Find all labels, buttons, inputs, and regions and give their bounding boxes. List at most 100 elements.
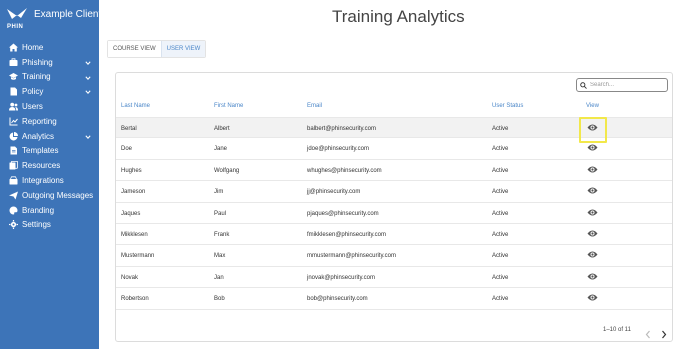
sidebar-item-label: Analytics — [22, 131, 55, 141]
cell-email: jdoe@phinsecurity.com — [307, 146, 370, 153]
column-header-last-name[interactable]: Last Name — [121, 103, 150, 109]
table-row: Doe Jane jdoe@phinsecurity.com Active — [116, 138, 672, 160]
sidebar-item-phishing[interactable]: Phishing — [0, 55, 99, 70]
cell-user-status: Active — [492, 210, 509, 217]
cell-user-status: Active — [492, 296, 509, 303]
policy-icon — [9, 87, 18, 96]
cell-email: whughes@phinsecurity.com — [307, 167, 382, 174]
cell-first-name: Bob — [214, 296, 225, 303]
eye-icon — [587, 209, 598, 216]
sidebar-item-label: Integrations — [22, 176, 64, 186]
view-button[interactable] — [587, 143, 598, 152]
table-row: Jameson Jim jj@phinsecurity.com Active — [116, 181, 672, 203]
sidebar-item-policy[interactable]: Policy — [0, 84, 99, 99]
sidebar-item-label: Outgoing Messages — [22, 190, 94, 200]
tab-course-view[interactable]: COURSE VIEW — [108, 41, 161, 57]
cell-email: pjaques@phinsecurity.com — [307, 210, 379, 217]
sidebar-item-integrations[interactable]: Integrations — [0, 173, 99, 188]
phin-logo: PHIN — [6, 6, 28, 32]
sidebar-item-resources[interactable]: Resources — [0, 158, 99, 173]
search-input[interactable] — [590, 82, 662, 88]
gear-icon — [9, 220, 18, 230]
pagination-text: 1–10 of 11 — [603, 327, 631, 333]
cell-email: balbert@phinsecurity.com — [307, 126, 377, 132]
send-icon — [9, 191, 18, 200]
sidebar-item-label: Phishing — [22, 57, 53, 67]
cell-last-name: Jameson — [121, 189, 146, 196]
cell-user-status: Active — [492, 189, 509, 196]
cell-email: fmikklesen@phinsecurity.com — [307, 231, 387, 238]
integrations-icon — [9, 176, 18, 185]
home-icon — [9, 43, 18, 52]
eye-icon — [587, 166, 598, 173]
cell-first-name: Jim — [214, 189, 224, 196]
view-button[interactable] — [587, 186, 598, 195]
cell-email: jnovak@phinsecurity.com — [307, 274, 376, 281]
chevron-down-icon — [85, 133, 91, 139]
column-header-user-status[interactable]: User Status — [492, 103, 523, 109]
view-button[interactable] — [587, 229, 598, 238]
view-button[interactable] — [587, 250, 598, 259]
users-icon — [9, 102, 18, 111]
cell-email: bob@phinsecurity.com — [307, 296, 368, 303]
table-row: Mustermann Max mmustermann@phinsecurity.co… — [116, 245, 672, 267]
view-button[interactable] — [587, 208, 598, 217]
reporting-icon — [9, 117, 18, 126]
sidebar-item-label: Users — [22, 102, 43, 112]
sidebar-item-analytics[interactable]: Analytics — [0, 129, 99, 144]
eye-icon — [587, 124, 598, 131]
view-button[interactable] — [587, 272, 598, 281]
column-header-first-name[interactable]: First Name — [214, 103, 243, 109]
table-row: Mikklesen Frank fmikklesen@phinsecurity.co… — [116, 224, 672, 246]
eye-icon — [587, 187, 598, 194]
cell-first-name: Max — [214, 253, 226, 260]
brand[interactable]: PHIN Example Client — [6, 6, 101, 32]
eye-icon — [587, 251, 598, 258]
sidebar-item-branding[interactable]: Branding — [0, 203, 99, 218]
sidebar-item-home[interactable]: Home — [0, 40, 99, 55]
sidebar-item-users[interactable]: Users — [0, 99, 99, 114]
sidebar-item-label: Home — [22, 42, 44, 52]
view-button[interactable] — [587, 123, 598, 132]
cell-last-name: Bertal — [121, 126, 137, 132]
sidebar-item-label: Training — [22, 72, 51, 82]
chevron-right-icon — [662, 330, 667, 339]
prev-page-button[interactable] — [644, 326, 652, 339]
cell-user-status: Active — [492, 126, 509, 132]
tab-user-view[interactable]: USER VIEW — [160, 41, 206, 57]
eye-icon — [587, 144, 598, 151]
search-icon — [580, 81, 587, 89]
next-page-button[interactable] — [660, 326, 668, 339]
table-row: Robertson Bob bob@phinsecurity.com Active — [116, 288, 672, 310]
table-row: Bertal Albert balbert@phinsecurity.com Acti… — [116, 117, 672, 143]
sidebar-item-label: Policy — [22, 87, 44, 97]
cell-first-name: Paul — [214, 210, 227, 217]
table-row: Novak Jan jnovak@phinsecurity.com Active — [116, 267, 672, 289]
analytics-icon — [9, 131, 18, 141]
table-footer: 1–10 of 11 — [116, 321, 672, 341]
sidebar-item-settings[interactable]: Settings — [0, 218, 99, 233]
cell-first-name: Frank — [214, 231, 230, 238]
search-box[interactable] — [576, 78, 668, 92]
cell-last-name: Mustermann — [121, 253, 155, 260]
chevron-left-icon — [645, 330, 650, 339]
column-header-view: View — [586, 103, 599, 109]
sidebar-item-outgoing-messages[interactable]: Outgoing Messages — [0, 188, 99, 203]
sidebar-item-label: Settings — [22, 220, 51, 230]
sidebar-item-label: Reporting — [22, 116, 57, 126]
chevron-down-icon — [85, 88, 91, 95]
sidebar-item-label: Templates — [22, 146, 59, 156]
cell-last-name: Robertson — [121, 296, 149, 303]
view-button[interactable] — [587, 293, 598, 302]
sidebar-item-training[interactable]: Training — [0, 70, 99, 85]
column-header-email[interactable]: Email — [307, 103, 322, 109]
cell-first-name: Albert — [214, 126, 230, 132]
sidebar-item-label: Branding — [22, 205, 55, 215]
table-row: Jaques Paul pjaques@phinsecurity.com Active — [116, 203, 672, 224]
sidebar-item-templates[interactable]: Templates — [0, 144, 99, 159]
view-tabs: COURSE VIEW USER VIEW — [107, 40, 207, 58]
phishing-icon — [9, 58, 18, 67]
view-button[interactable] — [587, 165, 598, 174]
sidebar-item-reporting[interactable]: Reporting — [0, 114, 99, 129]
sidebar: PHIN Example Client Home Phishing Training… — [0, 0, 101, 349]
